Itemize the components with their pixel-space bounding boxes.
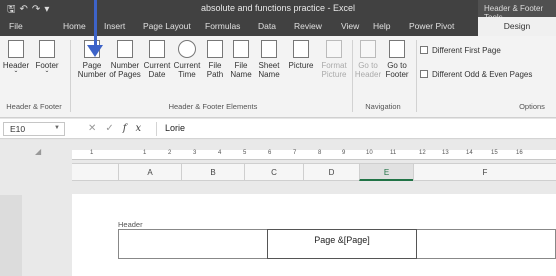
header-button[interactable]: Header ˇ xyxy=(1,40,31,79)
name-box[interactable]: E10 ▼ xyxy=(3,122,65,136)
select-all-icon[interactable]: ◢ xyxy=(35,147,41,156)
formula-tools: ✕✓fx xyxy=(88,123,150,134)
ruler-number: 16 xyxy=(516,150,523,156)
file-path-button[interactable]: File Path xyxy=(203,40,227,79)
different-first-page-checkbox[interactable]: Different First Page xyxy=(420,46,501,55)
column-header-f[interactable]: F xyxy=(413,164,556,181)
group-label-navigation: Navigation xyxy=(365,102,401,111)
fx-icon[interactable]: fx xyxy=(123,123,150,134)
ruler-number: 1 xyxy=(90,150,94,156)
enter-icon[interactable]: ✓ xyxy=(105,123,122,134)
ruler-number: 6 xyxy=(268,150,272,156)
header-icon xyxy=(8,40,24,58)
go-to-header-button[interactable]: Go to Header xyxy=(354,40,382,79)
cancel-icon[interactable]: ✕ xyxy=(88,123,105,134)
header-center-section[interactable]: Page &[Page] xyxy=(267,229,417,259)
chevron-down-icon[interactable]: ▼ xyxy=(54,125,60,131)
tab-design[interactable]: Design xyxy=(478,17,556,36)
ruler-number: 11 xyxy=(390,150,397,156)
tab-view[interactable]: View xyxy=(341,21,359,31)
current-date-button[interactable]: Current Date xyxy=(142,40,172,79)
calendar-icon xyxy=(149,40,165,58)
column-header-c[interactable]: C xyxy=(244,164,303,181)
tab-data[interactable]: Data xyxy=(258,21,276,31)
format-picture-icon xyxy=(326,40,342,58)
tab-power-pivot[interactable]: Power Pivot xyxy=(409,21,454,31)
clock-icon xyxy=(178,40,196,58)
go-to-footer-button[interactable]: Go to Footer xyxy=(382,40,412,79)
format-picture-button[interactable]: Format Picture xyxy=(319,40,349,79)
ruler-number: 2 xyxy=(168,150,172,156)
group-separator xyxy=(352,40,353,112)
ruler-number: 5 xyxy=(243,150,247,156)
horizontal-ruler: 1 1 2 3 4 5 6 7 8 9 10 11 12 13 14 15 16 xyxy=(72,150,556,160)
file-name-icon xyxy=(233,40,249,58)
vertical-ruler xyxy=(0,195,22,276)
ruler-number: 7 xyxy=(293,150,297,156)
tab-help[interactable]: Help xyxy=(373,21,390,31)
window-title: absolute and functions practice - Excel xyxy=(200,3,356,13)
number-of-pages-icon xyxy=(117,40,133,58)
group-label-elements: Header & Footer Elements xyxy=(168,102,258,111)
ruler-number: 1 xyxy=(143,150,147,156)
different-odd-even-checkbox[interactable]: Different Odd & Even Pages xyxy=(420,70,532,79)
formula-input[interactable]: Lorie xyxy=(156,122,554,136)
sheet-name-icon xyxy=(261,40,277,58)
go-to-footer-icon xyxy=(389,40,405,58)
annotation-arrow xyxy=(94,0,97,48)
ruler-number: 12 xyxy=(419,150,426,156)
ruler-number: 3 xyxy=(193,150,197,156)
group-label-header-footer: Header & Footer xyxy=(6,102,62,111)
checkbox-icon xyxy=(420,70,428,78)
ruler-number: 9 xyxy=(342,150,346,156)
group-separator xyxy=(70,40,71,112)
column-header-a[interactable]: A xyxy=(118,164,181,181)
tab-file[interactable]: File xyxy=(9,21,23,31)
ruler-number: 8 xyxy=(318,150,322,156)
ruler-number: 14 xyxy=(466,150,473,156)
current-time-button[interactable]: Current Time xyxy=(172,40,202,79)
title-bar: 🖫↶↷▾ absolute and functions practice - E… xyxy=(0,0,556,22)
group-separator xyxy=(416,40,417,112)
go-to-header-icon xyxy=(360,40,376,58)
header-label: Header xyxy=(118,220,143,229)
contextual-tab-header: Header & Footer Tools xyxy=(478,0,556,22)
ruler-number: 10 xyxy=(366,150,373,156)
tab-home[interactable]: Home xyxy=(63,21,86,31)
picture-icon xyxy=(293,40,309,58)
ribbon-tabs: File Home Insert Page Layout Formulas Da… xyxy=(0,17,556,36)
column-headers: A B C D E F xyxy=(72,163,556,181)
column-header-d[interactable]: D xyxy=(303,164,359,181)
worksheet-area: ◢ 1 1 2 3 4 5 6 7 8 9 10 11 12 13 14 15 … xyxy=(0,140,556,276)
tab-insert[interactable]: Insert xyxy=(104,21,125,31)
ruler-number: 4 xyxy=(218,150,222,156)
group-label-options: Options xyxy=(519,102,545,111)
file-name-button[interactable]: File Name xyxy=(228,40,254,79)
tab-page-layout[interactable]: Page Layout xyxy=(143,21,191,31)
checkbox-icon xyxy=(420,46,428,54)
ribbon: Header ˇ Footer ˇ Header & Footer Page N… xyxy=(0,36,556,118)
header-area[interactable]: Page &[Page] xyxy=(118,229,556,259)
file-path-icon xyxy=(207,40,223,58)
picture-button[interactable]: Picture xyxy=(284,40,318,70)
column-header-e[interactable]: E xyxy=(359,164,413,181)
footer-button[interactable]: Footer ˇ xyxy=(32,40,62,79)
annotation-arrow-head xyxy=(87,45,103,57)
tab-review[interactable]: Review xyxy=(294,21,322,31)
column-header-b[interactable]: B xyxy=(181,164,244,181)
ruler-number: 15 xyxy=(491,150,498,156)
ruler-number: 13 xyxy=(442,150,449,156)
sheet-name-button[interactable]: Sheet Name xyxy=(255,40,283,79)
number-of-pages-button[interactable]: Number of Pages xyxy=(108,40,142,79)
formula-bar: E10 ▼ ✕✓fx Lorie xyxy=(0,119,556,139)
footer-icon xyxy=(39,40,55,58)
tab-formulas[interactable]: Formulas xyxy=(205,21,240,31)
